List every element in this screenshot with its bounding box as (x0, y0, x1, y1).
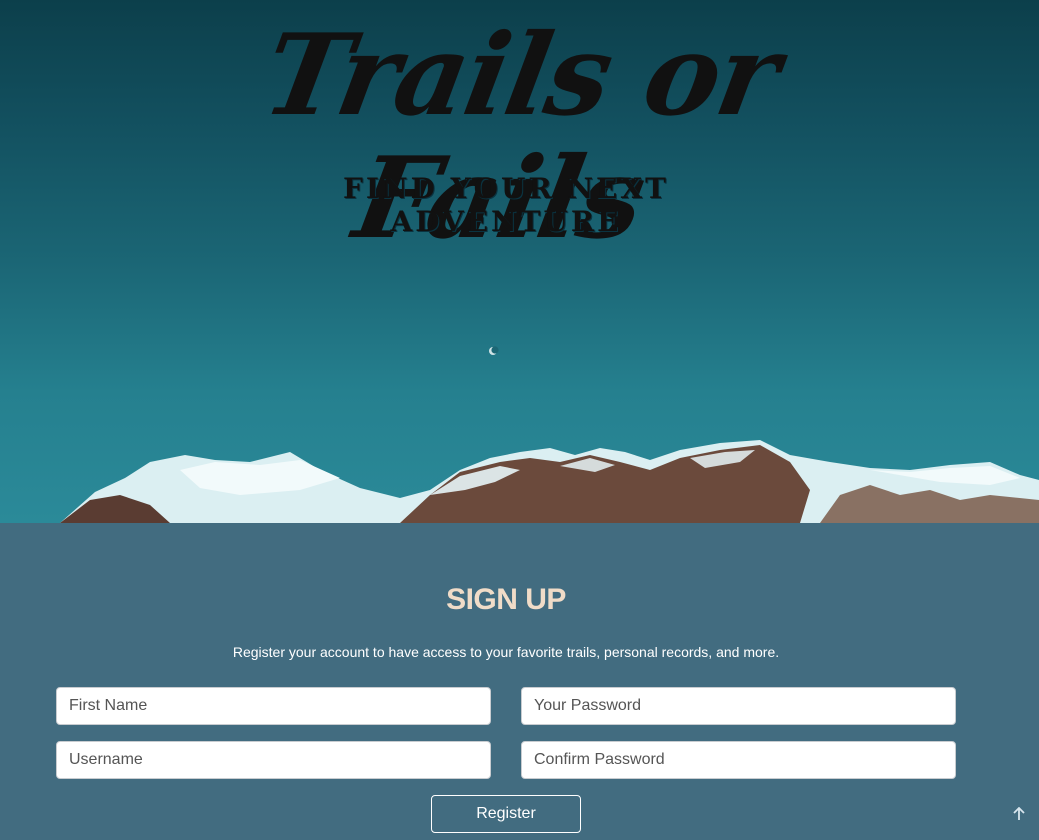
signup-description: Register your account to have access to … (232, 644, 780, 660)
signup-title: SIGN UP (446, 583, 566, 616)
confirm-password-input[interactable] (521, 741, 956, 779)
signup-section: SIGN UP Register your account to have ac… (0, 523, 1039, 840)
username-input[interactable] (56, 741, 491, 779)
arrow-up-icon[interactable] (1008, 806, 1030, 828)
register-button[interactable]: Register (431, 795, 581, 833)
hero-banner: Trails or Fails FIND YOUR NEXT ADVENTURE (0, 0, 1039, 523)
first-name-input[interactable] (56, 687, 491, 725)
password-input[interactable] (521, 687, 956, 725)
site-tagline: FIND YOUR NEXT ADVENTURE (343, 172, 669, 238)
arrow-up-icon-glyph (1013, 806, 1025, 820)
